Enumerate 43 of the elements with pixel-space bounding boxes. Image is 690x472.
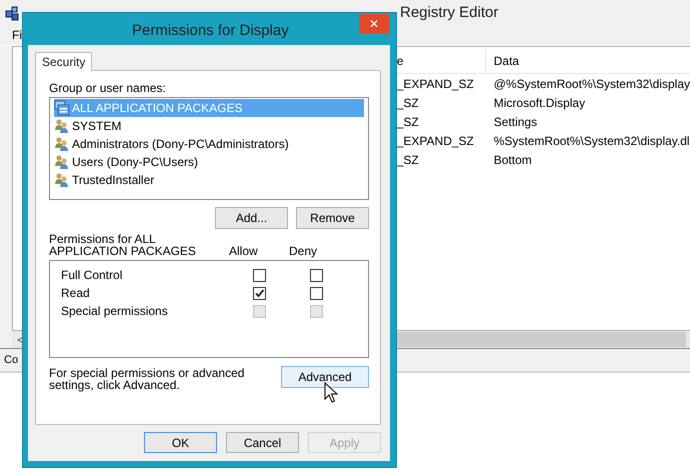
window-title: Registry Editor [400, 4, 498, 21]
windows-icon [54, 100, 70, 116]
users-icon [54, 172, 70, 188]
advanced-button[interactable]: Advanced [281, 366, 369, 388]
button[interactable]: OK [144, 432, 217, 453]
permissions-label: Permissions for ALL APPLICATION PACKAGES [49, 233, 197, 257]
permission-name: Special permissions [61, 304, 169, 318]
permission-name: Read [61, 286, 91, 300]
checkbox[interactable] [252, 286, 266, 300]
table-cell-text: Microsoft.Display [492, 96, 586, 110]
checkbox[interactable] [310, 286, 324, 300]
table-cell-text: _EXPAND_SZ [396, 134, 475, 148]
tab[interactable]: Security [35, 52, 92, 71]
table-cell-text: @%SystemRoot%\System32\display [492, 76, 690, 90]
button[interactable]: Remove [296, 207, 369, 229]
table-cell-text: _SZ [396, 114, 420, 128]
permission-name: Full Control [61, 268, 124, 282]
users-icon [54, 136, 70, 152]
checkbox[interactable] [252, 268, 266, 282]
close-button[interactable]: ✕ [359, 14, 389, 34]
column-header: Deny [289, 245, 318, 257]
dialog-title: Permissions for Display [132, 22, 289, 39]
column-header[interactable]: Data [486, 54, 520, 68]
button[interactable]: Add... [215, 207, 288, 229]
registry-icon [5, 4, 21, 20]
group-label: Group or user names: [49, 81, 167, 97]
checkbox[interactable] [310, 268, 324, 282]
cursor-icon [324, 382, 338, 403]
table-cell-text: _EXPAND_SZ [396, 76, 475, 90]
menu-item[interactable]: Fi [12, 28, 22, 42]
list-item[interactable]: Users (Dony-PC\Users) [54, 153, 364, 171]
users-icon [54, 154, 70, 170]
list-item[interactable]: SYSTEM [54, 117, 364, 135]
users-icon [54, 118, 70, 134]
table-cell-text: Bottom [492, 152, 532, 166]
table-cell-text: %SystemRoot%\System32\display.dl [492, 134, 690, 148]
table-cell-text: _SZ [396, 152, 420, 166]
button[interactable]: Cancel [226, 432, 299, 453]
list-item[interactable]: TrustedInstaller [54, 171, 364, 189]
table-cell-text: _SZ [396, 96, 420, 110]
table-cell-text: Settings [492, 114, 538, 128]
list-item[interactable]: Administrators (Dony-PC\Administrators) [54, 135, 364, 153]
column-header: Allow [229, 245, 259, 257]
